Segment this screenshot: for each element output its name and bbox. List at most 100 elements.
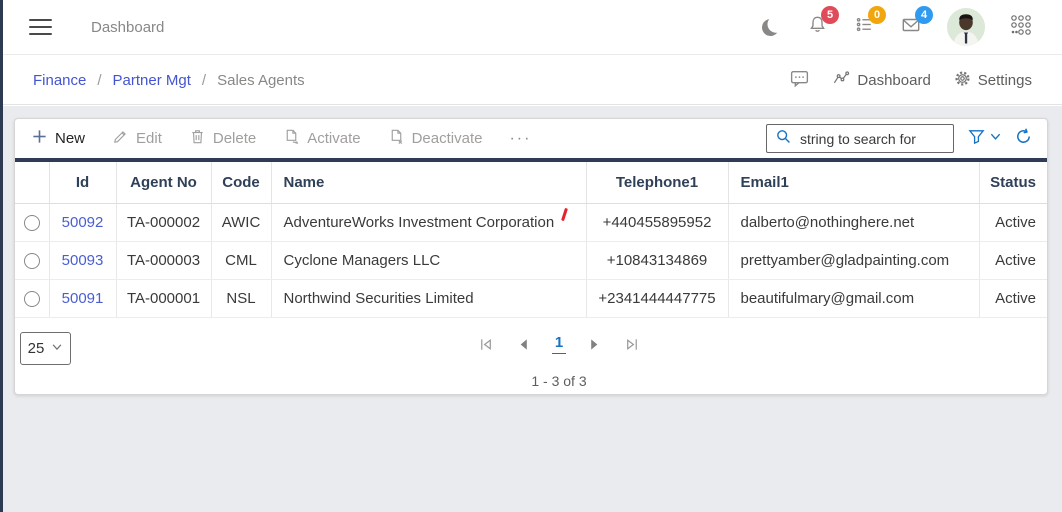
deactivate-button[interactable]: Deactivate	[388, 128, 483, 149]
row-agent-no: TA-000002	[116, 203, 212, 242]
row-select-radio[interactable]	[23, 252, 40, 269]
notifications-badge: 5	[821, 6, 839, 24]
edit-button[interactable]: Edit	[112, 128, 162, 149]
delete-button-label: Delete	[212, 130, 257, 147]
row-code: CML	[211, 241, 272, 280]
first-page-button[interactable]	[478, 336, 495, 353]
messages-badge: 4	[915, 6, 933, 24]
edit-button-label: Edit	[136, 130, 162, 147]
topbar-actions: 5 0 4	[759, 6, 1032, 46]
search-icon	[775, 128, 792, 150]
row-id-link[interactable]: 50091	[62, 290, 104, 307]
column-header-telephone1[interactable]: Telephone1	[586, 162, 729, 204]
column-header-agent-no[interactable]: Agent No	[116, 162, 212, 204]
delete-button[interactable]: Delete	[189, 128, 256, 149]
moon-icon	[760, 17, 779, 36]
topbar: Dashboard 5 0 4	[0, 0, 1062, 55]
pager: 1	[15, 335, 1047, 354]
messages-button[interactable]: 4	[900, 6, 933, 38]
sales-agents-table: Id Agent No Code Name Telephone1 Email1 …	[15, 162, 1047, 318]
sidebar-edge	[0, 0, 3, 512]
user-avatar[interactable]	[947, 8, 985, 46]
avatar-image	[947, 8, 985, 46]
tasks-badge: 0	[868, 6, 886, 24]
breadcrumb-bar: Finance / Partner Mgt / Sales Agents Das…	[0, 56, 1062, 105]
grid-card: New Edit Delete Activate Deactivate ··· …	[14, 118, 1048, 395]
row-id-link[interactable]: 50092	[62, 214, 104, 231]
settings-link[interactable]: Settings	[953, 69, 1032, 92]
row-status: Active	[979, 241, 1047, 280]
breadcrumb-item-partner-mgt[interactable]: Partner Mgt	[113, 72, 191, 89]
activate-button[interactable]: Activate	[283, 128, 361, 149]
column-header-code[interactable]: Code	[211, 162, 272, 204]
row-code: AWIC	[211, 203, 272, 242]
refresh-icon	[1014, 127, 1033, 151]
gear-icon	[953, 69, 972, 92]
column-header-id[interactable]: Id	[49, 162, 117, 204]
document-deactivate-icon	[388, 128, 405, 149]
column-header-name[interactable]: Name	[271, 162, 587, 204]
new-button[interactable]: New	[31, 128, 85, 149]
column-header-status[interactable]: Status	[979, 162, 1047, 204]
tasks-button[interactable]: 0	[853, 6, 886, 38]
comments-button[interactable]	[789, 68, 810, 93]
row-email1: dalberto@nothinghere.net	[728, 203, 980, 242]
row-telephone1: +10843134869	[586, 241, 729, 280]
dashboard-link[interactable]: Dashboard	[832, 69, 931, 92]
pagination-range-label: 1 - 3 of 3	[531, 372, 587, 389]
activate-button-label: Activate	[307, 130, 361, 147]
search-input[interactable]	[798, 129, 947, 148]
grid-toolbar: New Edit Delete Activate Deactivate ··· …	[15, 119, 1047, 158]
previous-page-button[interactable]	[516, 337, 531, 352]
refresh-button[interactable]	[1014, 127, 1033, 151]
row-name: AdventureWorks Investment Corporation	[271, 203, 587, 242]
row-email1: beautifulmary@gmail.com	[728, 279, 980, 318]
app-launcher-button[interactable]	[1010, 14, 1032, 38]
table-row: 50093 TA-000003 CML Cyclone Managers LLC…	[15, 241, 1047, 280]
row-status: Active	[979, 279, 1047, 318]
row-select-radio[interactable]	[23, 290, 40, 307]
filter-funnel-icon	[967, 127, 986, 151]
next-page-button[interactable]	[587, 337, 602, 352]
dark-mode-toggle[interactable]	[759, 16, 781, 38]
red-cursor-mark	[561, 207, 569, 221]
current-page-number[interactable]: 1	[551, 335, 567, 354]
breadcrumb-item-sales-agents: Sales Agents	[217, 71, 305, 89]
row-agent-no: TA-000001	[116, 279, 212, 318]
row-code: NSL	[211, 279, 272, 318]
row-name: Northwind Securities Limited	[271, 279, 587, 318]
settings-link-label: Settings	[977, 71, 1032, 89]
breadcrumb-item-finance[interactable]: Finance	[33, 72, 86, 89]
table-row: 50092 TA-000002 AWIC AdventureWorks Inve…	[15, 203, 1047, 242]
breadcrumb-actions: Dashboard Settings	[789, 68, 1032, 93]
row-name: Cyclone Managers LLC	[271, 241, 587, 280]
row-email1: prettyamber@gladpainting.com	[728, 241, 980, 280]
more-commands-button[interactable]: ···	[509, 130, 531, 147]
row-id-link[interactable]: 50093	[62, 252, 104, 269]
breadcrumb-separator: /	[201, 71, 207, 89]
document-activate-icon	[283, 128, 300, 149]
column-header-email1[interactable]: Email1	[728, 162, 980, 204]
hamburger-menu-icon[interactable]	[29, 19, 52, 35]
filter-button[interactable]	[967, 127, 1002, 151]
page-background: New Edit Delete Activate Deactivate ··· …	[0, 106, 1062, 512]
notifications-button[interactable]: 5	[806, 6, 839, 38]
chevron-down-icon	[989, 130, 1002, 148]
last-page-button[interactable]	[623, 336, 640, 353]
breadcrumb: Finance / Partner Mgt / Sales Agents	[33, 72, 305, 89]
row-select-radio[interactable]	[23, 214, 40, 231]
comment-icon	[789, 68, 810, 93]
breadcrumb-separator: /	[97, 71, 102, 89]
row-telephone1: +440455895952	[586, 203, 729, 242]
row-telephone1: +2341444447775	[586, 279, 729, 318]
app-grid-icon	[1009, 13, 1033, 42]
pencil-icon	[112, 128, 129, 149]
deactivate-button-label: Deactivate	[411, 130, 483, 147]
table-header-row: Id Agent No Code Name Telephone1 Email1 …	[15, 162, 1047, 204]
analytics-icon	[832, 69, 851, 92]
new-button-label: New	[55, 130, 86, 147]
row-status: Active	[979, 203, 1047, 242]
dashboard-link-label: Dashboard	[857, 71, 931, 89]
table-row: 50091 TA-000001 NSL Northwind Securities…	[15, 279, 1047, 318]
row-agent-no: TA-000003	[116, 241, 212, 280]
